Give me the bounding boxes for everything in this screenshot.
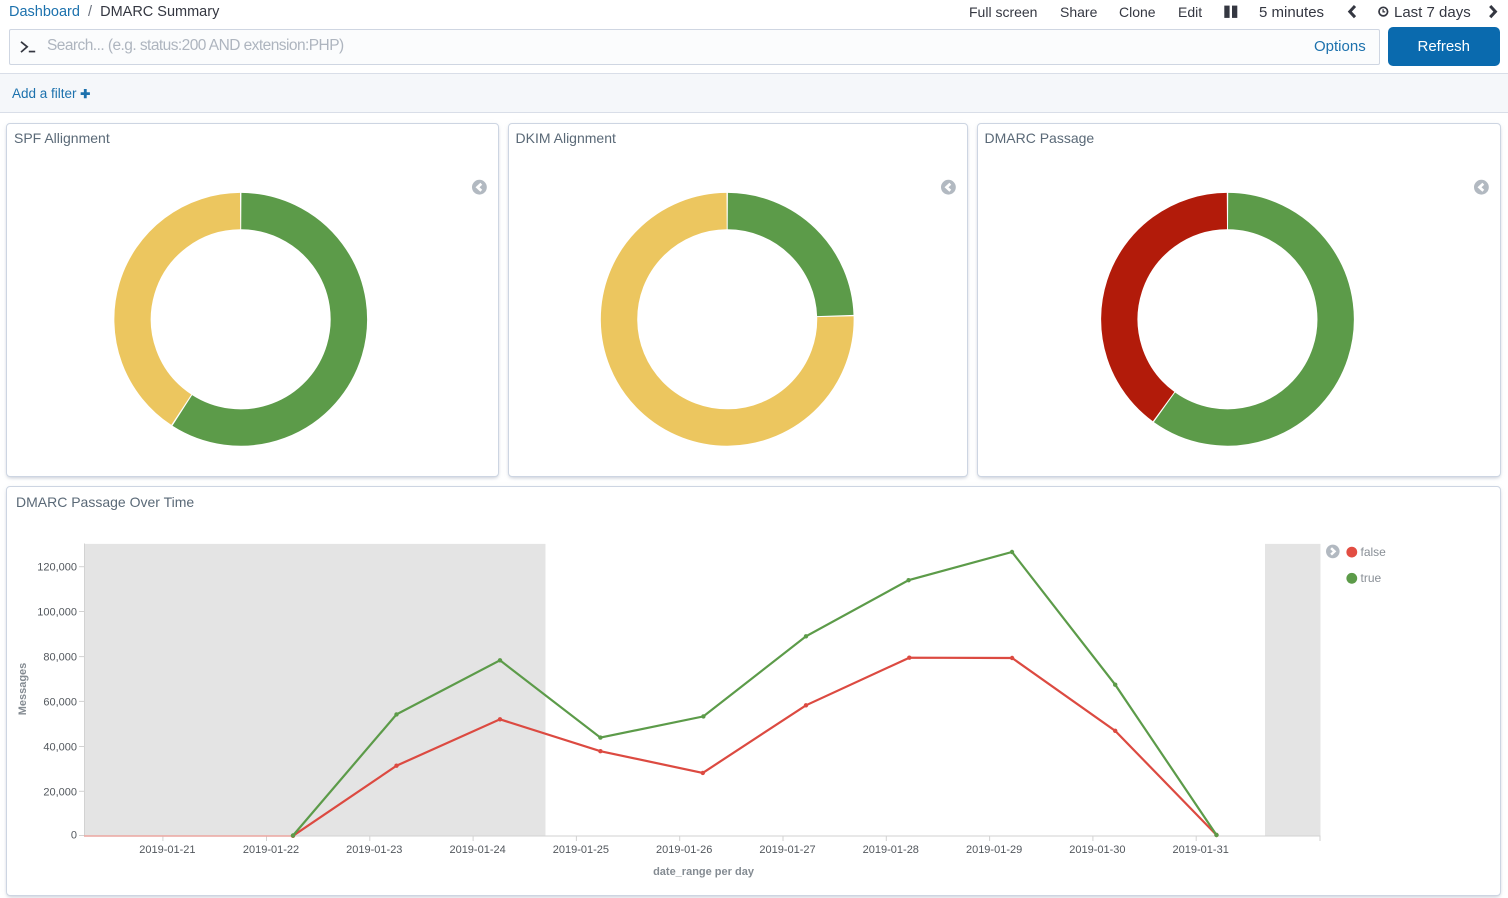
- svg-text:2019-01-28: 2019-01-28: [863, 844, 919, 856]
- svg-text:40,000: 40,000: [43, 742, 77, 754]
- svg-text:2019-01-21: 2019-01-21: [139, 844, 195, 856]
- svg-text:80,000: 80,000: [43, 652, 77, 664]
- svg-text:120,000: 120,000: [37, 562, 77, 574]
- svg-text:2019-01-27: 2019-01-27: [759, 844, 815, 856]
- svg-text:true: true: [1361, 571, 1382, 585]
- svg-text:2019-01-23: 2019-01-23: [346, 844, 402, 856]
- svg-text:Messages: Messages: [17, 663, 29, 716]
- svg-text:date_range per day: date_range per day: [653, 866, 755, 878]
- svg-text:20,000: 20,000: [43, 786, 77, 798]
- svg-text:0: 0: [71, 830, 77, 842]
- svg-text:100,000: 100,000: [37, 607, 77, 619]
- svg-text:60,000: 60,000: [43, 696, 77, 708]
- svg-text:2019-01-22: 2019-01-22: [243, 844, 299, 856]
- svg-text:2019-01-30: 2019-01-30: [1069, 844, 1125, 856]
- svg-text:2019-01-26: 2019-01-26: [656, 844, 712, 856]
- svg-text:2019-01-31: 2019-01-31: [1173, 844, 1229, 856]
- svg-text:2019-01-24: 2019-01-24: [449, 844, 505, 856]
- svg-text:2019-01-29: 2019-01-29: [966, 844, 1022, 856]
- svg-text:false: false: [1361, 545, 1387, 559]
- svg-text:2019-01-25: 2019-01-25: [553, 844, 609, 856]
